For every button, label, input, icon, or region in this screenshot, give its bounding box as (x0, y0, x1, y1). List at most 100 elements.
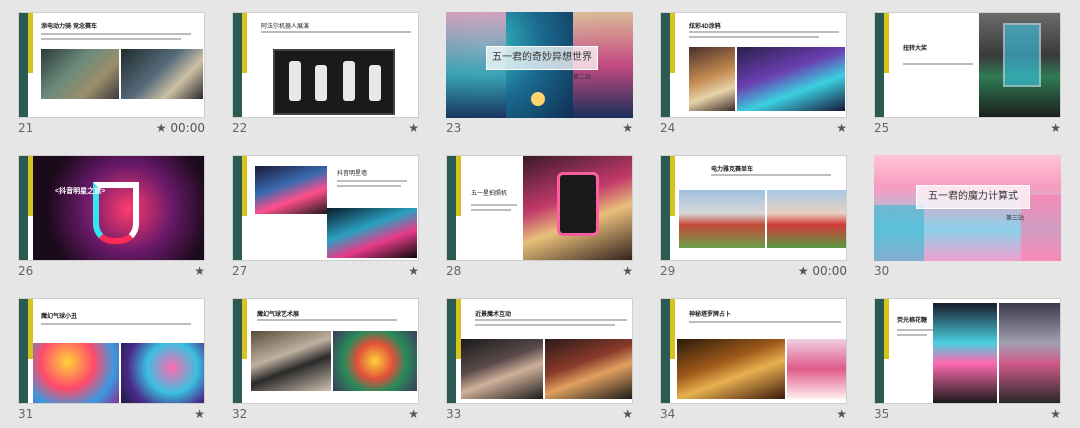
slide-canvas[interactable]: 魔幻气球小丑 (18, 298, 205, 404)
accent-bar-green (447, 156, 456, 260)
cover-title: 五一君的魔力计算式 (916, 185, 1030, 209)
accent-bar-yellow (884, 13, 889, 73)
body-text-line (903, 63, 973, 65)
slide-canvas[interactable]: <抖音明星之旅> (18, 155, 205, 261)
slide-number: 28 (446, 264, 462, 278)
slide-title: 添电动力骑·竞念赛车 (41, 24, 97, 30)
accent-bar-yellow (242, 299, 247, 359)
slide-thumbnail-24[interactable]: 炫彩4D涂鸦 24 ★ (642, 0, 847, 137)
slide-number: 29 (660, 264, 676, 278)
slide-canvas[interactable]: 抖音明星墙 (232, 155, 419, 261)
slide-meta-star: ★ (408, 407, 419, 421)
slide-thumbnail-28[interactable]: 五一星拍照机 28 ★ (428, 143, 633, 280)
body-text-line (689, 31, 839, 33)
slide-title: 炫彩4D涂鸦 (689, 24, 721, 30)
slide-number: 31 (18, 407, 34, 421)
photo-balloon-show (121, 343, 204, 403)
slide-canvas[interactable]: 炫彩4D涂鸦 (660, 12, 847, 118)
accent-bar-green (875, 13, 884, 117)
slide-title: 近景魔术互动 (475, 312, 512, 318)
photo-4d-room (737, 47, 845, 111)
slide-thumbnail-29[interactable]: 电力雅克赛单车 29 ★ 00:00 (642, 143, 847, 280)
slide-thumbnail-26[interactable]: <抖音明星之旅> 26 ★ (0, 143, 205, 280)
photo-prize-machine (979, 13, 1060, 117)
photo-cotton-candy (933, 303, 997, 403)
slide-canvas[interactable]: 荧光棉花糖 (874, 298, 1061, 404)
slide-title: 荧光棉花糖 (897, 318, 928, 324)
photo-racing-kids (41, 49, 119, 99)
slide-title: 抖音明星墙 (337, 171, 368, 177)
slide-title: <抖音明星之旅> (55, 188, 106, 195)
photo-balloon-motorbike (251, 331, 331, 391)
slide-canvas[interactable]: 扭转大奖 (874, 12, 1061, 118)
slide-canvas[interactable]: 阿法尔机器人展演 (232, 12, 419, 118)
accent-bar-yellow (884, 299, 889, 359)
accent-bar-green (19, 299, 28, 403)
slide-thumbnail-22[interactable]: 阿法尔机器人展演 22 ★ (214, 0, 419, 137)
slide-sorter-grid: 添电动力骑·竞念赛车 21 ★ 00:00 阿法尔机器人展演 22 ★ 五一君的… (0, 0, 1080, 428)
slide-canvas[interactable]: 五一君的魔力计算式 第三站 (874, 155, 1061, 261)
slide-canvas[interactable]: 五一君的奇妙异想世界 第二站 (446, 12, 633, 118)
slide-meta-star: ★ (622, 407, 633, 421)
slide-canvas[interactable]: 电力雅克赛单车 (660, 155, 847, 261)
photo-neon-wall (327, 208, 417, 258)
body-text-line (337, 180, 407, 182)
body-text-line (41, 33, 191, 35)
slide-thumbnail-25[interactable]: 扭转大奖 25 ★ (856, 0, 1061, 137)
photo-magic-close-up (461, 339, 543, 399)
body-text-line (711, 174, 831, 176)
slide-number: 33 (446, 407, 462, 421)
slide-number: 22 (232, 121, 248, 135)
accent-bar-yellow (242, 156, 247, 216)
photo-kids-drawing (689, 47, 735, 111)
photo-balloon-clown (33, 343, 119, 403)
slide-canvas[interactable]: 魔幻气球艺术展 (232, 298, 419, 404)
slide-thumbnail-32[interactable]: 魔幻气球艺术展 32 ★ (214, 286, 419, 423)
slide-meta-star: ★ (408, 264, 419, 278)
photo-kid-bike (767, 190, 846, 248)
slide-thumbnail-30[interactable]: 五一君的魔力计算式 第三站 30 (856, 143, 1061, 280)
photo-tarot-cards (677, 339, 785, 399)
cover-subtitle: 第三站 (1006, 215, 1025, 222)
accent-bar-green (661, 156, 670, 260)
photo-tiktok-logo (33, 156, 204, 260)
body-text-line (897, 334, 927, 336)
slide-canvas[interactable]: 神秘塔罗牌占卜 (660, 298, 847, 404)
body-text-line (41, 38, 181, 40)
slide-number: 21 (18, 121, 34, 135)
body-text-line (261, 31, 411, 33)
slide-thumbnail-21[interactable]: 添电动力骑·竞念赛车 21 ★ 00:00 (0, 0, 205, 137)
body-text-line (471, 204, 517, 206)
cover-title: 五一君的奇妙异想世界 (486, 46, 598, 70)
photo-tarot-tent (787, 339, 846, 399)
body-text-line (689, 321, 841, 323)
accent-bar-green (233, 299, 242, 403)
slide-canvas[interactable]: 五一星拍照机 (446, 155, 633, 261)
slide-thumbnail-33[interactable]: 近景魔术互动 33 ★ (428, 286, 633, 423)
slide-meta-star: ★ (1050, 121, 1061, 135)
accent-bar-yellow (670, 156, 675, 216)
photo-cotton-candy-machine (999, 303, 1060, 403)
accent-bar-yellow (670, 13, 675, 73)
slide-thumbnail-34[interactable]: 神秘塔罗牌占卜 34 ★ (642, 286, 847, 423)
photo-robot-show (273, 49, 395, 115)
slide-thumbnail-35[interactable]: 荧光棉花糖 35 ★ (856, 286, 1061, 423)
body-text-line (689, 36, 819, 38)
slide-number: 24 (660, 121, 676, 135)
accent-bar-green (19, 13, 28, 117)
photo-photo-booth (523, 156, 632, 260)
slide-meta-star: ★ (194, 264, 205, 278)
slide-canvas[interactable]: 近景魔术互动 (446, 298, 633, 404)
slide-thumbnail-27[interactable]: 抖音明星墙 27 ★ (214, 143, 419, 280)
photo-stage-crowd (255, 166, 327, 214)
slide-meta-timing: ★ 00:00 (155, 121, 205, 135)
accent-bar-green (19, 156, 28, 260)
slide-meta-star: ★ (622, 121, 633, 135)
slide-meta-timing: ★ 00:00 (797, 264, 847, 278)
accent-bar-green (233, 156, 242, 260)
slide-canvas[interactable]: 添电动力骑·竞念赛车 (18, 12, 205, 118)
slide-title: 魔幻气球小丑 (41, 314, 78, 320)
slide-thumbnail-23[interactable]: 五一君的奇妙异想世界 第二站 23 ★ (428, 0, 633, 137)
slide-title: 电力雅克赛单车 (711, 167, 754, 173)
slide-thumbnail-31[interactable]: 魔幻气球小丑 31 ★ (0, 286, 205, 423)
